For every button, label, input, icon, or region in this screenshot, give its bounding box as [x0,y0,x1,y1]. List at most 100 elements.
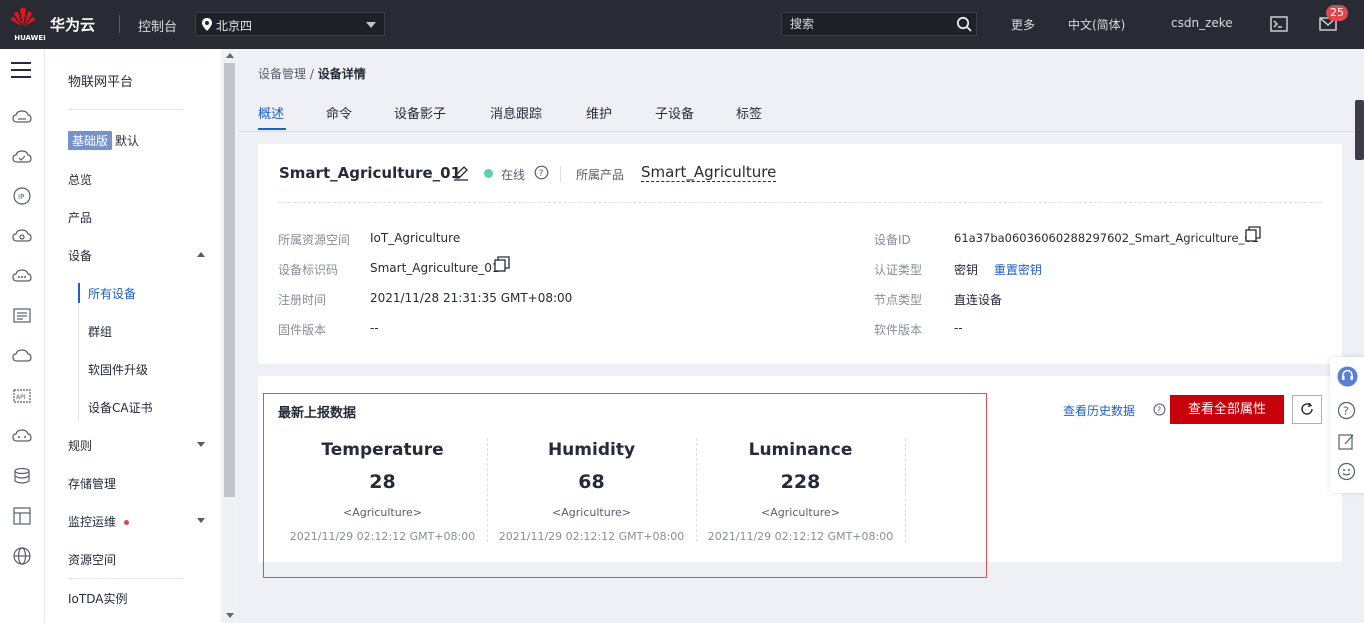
field-value-resource-space: IoT_Agriculture [370,231,461,245]
language-selector[interactable]: 中文(简体) [1068,16,1125,33]
edit-icon[interactable] [453,165,469,181]
reset-secret-link[interactable]: 重置密钥 [994,263,1042,277]
location-pin-icon [202,18,212,31]
more-menu[interactable]: 更多 [1011,16,1035,33]
sidebar-scrollbar[interactable] [221,49,238,623]
database-icon[interactable] [12,466,32,486]
svg-text:?: ? [539,169,544,179]
scrollbar-thumb[interactable] [224,63,235,497]
svg-text:?: ? [1157,406,1161,415]
sidebar-item-edition[interactable]: 基础版 默认 [68,131,139,150]
auth-type-value: 密钥 [954,263,979,277]
help-icon[interactable]: ? [1153,403,1166,416]
tab-tags[interactable]: 标签 [736,103,762,122]
svg-text:API: API [16,394,26,401]
active-indicator [78,283,80,303]
cloud-dots-icon[interactable] [12,266,32,286]
view-history-link[interactable]: 查看历史数据 [1063,402,1135,419]
help-icon[interactable]: ? [534,165,549,180]
product-link[interactable]: Smart_Agriculture [641,163,777,182]
sidebar-item-ca-cert[interactable]: 设备CA证书 [88,399,153,416]
region-selector[interactable]: 北京四 [195,12,385,36]
breadcrumb-separator: / [306,67,318,81]
divider [68,578,183,579]
copy-icon[interactable] [1245,226,1261,242]
highlight-box [263,393,987,578]
sidebar-item-resource-space[interactable]: 资源空间 [68,551,116,568]
logo-text: HUAWEI [14,34,46,42]
cloud-more-icon[interactable] [12,426,32,446]
field-label-firmware-version: 固件版本 [278,323,327,337]
field-value-auth-type: 密钥 重置密钥 [954,261,1042,278]
cloud-settings-icon[interactable] [12,226,32,246]
global-search[interactable] [781,12,977,36]
breadcrumb-current: 设备详情 [317,67,366,81]
field-value-register-time: 2021/11/28 21:31:35 GMT+08:00 [370,291,573,305]
brand-name[interactable]: 华为云 [50,14,95,35]
chevron-down-icon[interactable] [197,442,205,447]
sidebar-item-rules[interactable]: 规则 [68,437,92,454]
alert-dot [124,520,130,525]
help-icon[interactable]: ? [1337,401,1356,420]
menu-icon[interactable] [11,61,33,79]
sidebar-item-device[interactable]: 设备 [68,247,92,264]
view-all-properties-button[interactable]: 查看全部属性 [1170,395,1284,424]
tab-maintenance[interactable]: 维护 [586,103,612,122]
tab-device-shadow[interactable]: 设备影子 [394,103,446,122]
console-link[interactable]: 控制台 [138,16,177,35]
sidebar-item-group[interactable]: 群组 [88,323,112,340]
dashboard-icon[interactable] [12,506,32,526]
refresh-button[interactable] [1292,395,1322,424]
smiley-icon[interactable] [1337,462,1356,481]
field-value-device-id: 61a37ba06036060288297602_Smart_Agricultu… [954,231,1259,245]
message-board-icon[interactable] [12,306,32,326]
active-tab-underline [258,128,286,130]
sidebar-item-overview[interactable]: 总览 [68,171,92,188]
main-content: 设备管理 / 设备详情 概述 命令 设备影子 消息跟踪 维护 子设备 标签 Sm… [238,49,1356,623]
sidebar-item-iotda-instance[interactable]: IoTDA实例 [68,590,127,607]
tab-overview[interactable]: 概述 [258,103,284,122]
cloud-server-icon[interactable] [12,107,32,127]
sidebar-item-storage[interactable]: 存储管理 [68,475,116,492]
huawei-logo[interactable]: HUAWEI [8,6,46,42]
api-icon[interactable]: API [12,386,32,406]
device-info-card: Smart_Agriculture_01 在线 ? 所属产品 Smart_Agr… [258,144,1342,364]
sidebar-item-firmware[interactable]: 软固件升级 [88,361,148,378]
chevron-up-icon[interactable] [197,252,205,257]
sidebar-item-monitor[interactable]: 监控运维 [68,513,130,530]
region-label: 北京四 [216,19,253,33]
search-icon[interactable] [956,16,972,32]
field-label-device-id: 设备ID [874,233,911,247]
field-label-node-id: 设备标识码 [278,263,339,277]
field-value-node-id: Smart_Agriculture_01 [370,261,500,275]
scroll-down-arrow-icon[interactable] [226,613,234,618]
tab-child-devices[interactable]: 子设备 [655,103,694,122]
sidebar-item-all-devices[interactable]: 所有设备 [88,285,136,302]
sidebar-title: 物联网平台 [68,75,134,90]
device-name: Smart_Agriculture_01 [279,164,462,182]
search-input[interactable] [790,16,950,32]
user-menu[interactable]: csdn_zeke [1171,16,1233,30]
customer-service-icon[interactable] [1337,366,1358,387]
scroll-up-arrow-icon[interactable] [226,53,234,58]
cloud-check-icon[interactable] [12,147,32,167]
page-scrollbar-thumb[interactable] [1355,100,1364,160]
submenu-guide-line [78,283,79,421]
feedback-edit-icon[interactable] [1337,432,1356,451]
tab-message-trace[interactable]: 消息跟踪 [490,103,542,122]
svg-text:?: ? [1343,405,1349,418]
chevron-down-icon[interactable] [197,518,205,523]
ip-icon[interactable]: IP [12,186,32,206]
field-label-auth-type: 认证类型 [874,263,923,277]
tab-commands[interactable]: 命令 [326,103,352,122]
divider [119,15,120,33]
dashed-divider [278,202,1322,203]
copy-icon[interactable] [494,256,510,272]
cloud-icon[interactable] [12,346,32,366]
edition-label: 默认 [115,134,140,148]
breadcrumb-parent[interactable]: 设备管理 [258,67,306,81]
refresh-icon [1301,402,1313,415]
globe-icon[interactable] [12,546,32,566]
sidebar-item-product[interactable]: 产品 [68,209,92,226]
terminal-icon[interactable] [1270,16,1288,32]
